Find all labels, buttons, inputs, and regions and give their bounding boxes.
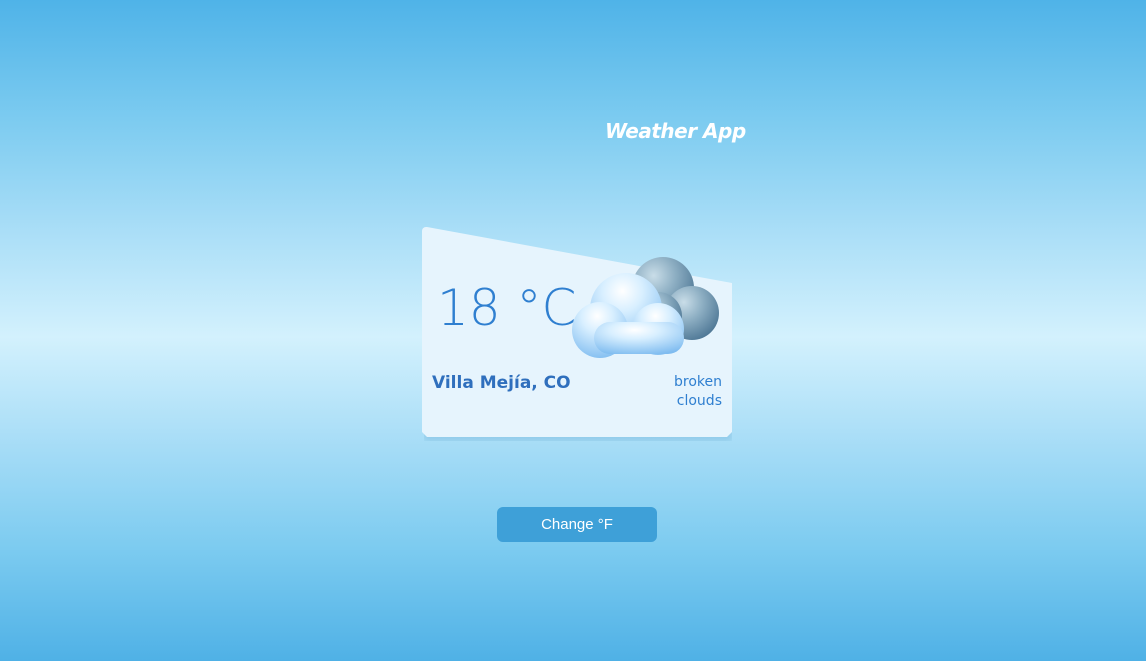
broken-clouds-icon: [572, 257, 719, 358]
app-title: Weather App: [605, 119, 746, 143]
weather-description: broken clouds: [674, 374, 722, 409]
change-unit-button[interactable]: Change °F: [497, 507, 657, 542]
location-label: Villa Mejía, CO: [432, 373, 571, 393]
temperature-value: 18 °C: [437, 279, 577, 337]
